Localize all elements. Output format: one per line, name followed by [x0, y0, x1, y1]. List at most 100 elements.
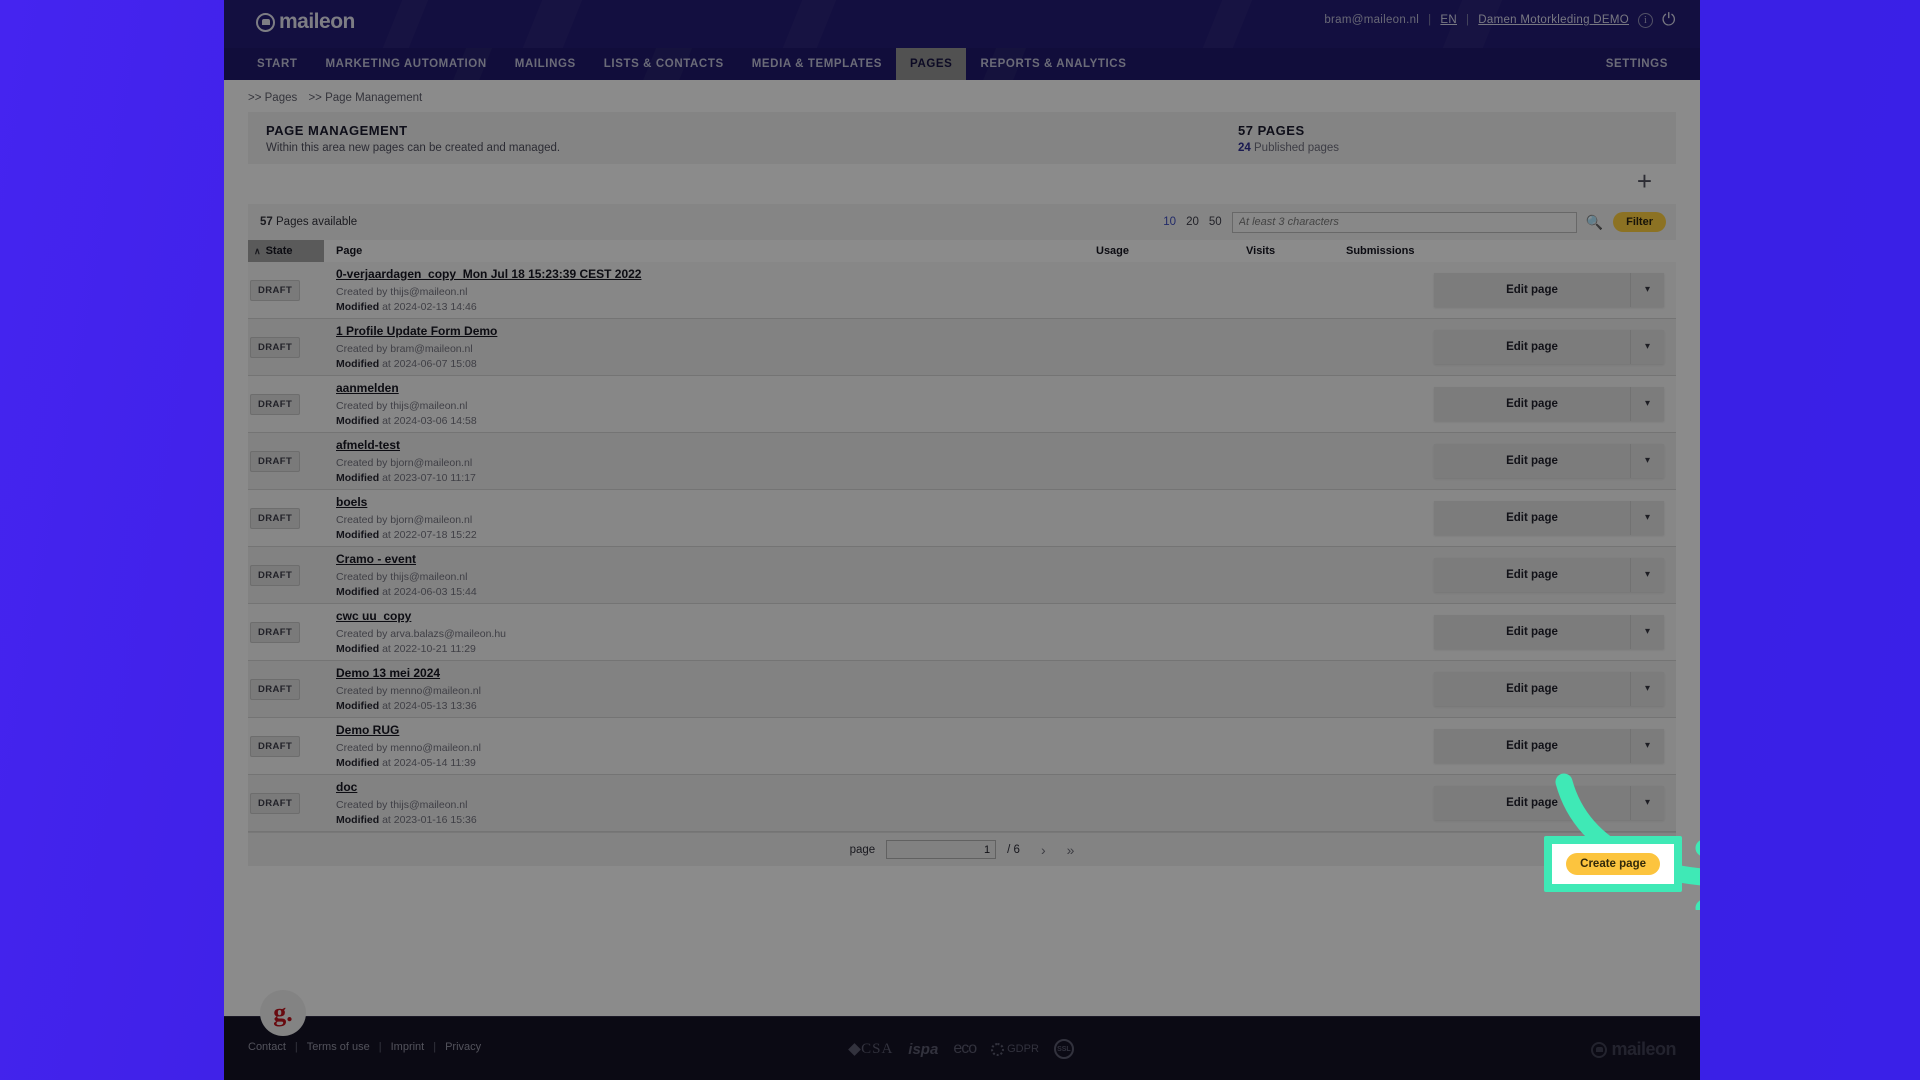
row-state-cell: DRAFT [248, 678, 324, 700]
page-name-link[interactable]: doc [336, 780, 357, 794]
row-meta: Created by thijs@maileon.nl Modified at 2… [336, 399, 1346, 429]
page-name-link[interactable]: cwc uu_copy [336, 609, 411, 623]
column-header-visits[interactable]: Visits [1246, 245, 1346, 257]
top-header: maileon bram@maileon.nl | EN | Damen Mot… [224, 0, 1700, 48]
row-page-cell: Demo RUG Created by menno@maileon.nl Modif… [324, 721, 1346, 771]
nav-item-lists-contacts[interactable]: LISTS & CONTACTS [590, 48, 738, 80]
edit-page-button[interactable]: Edit page ▾ [1434, 729, 1664, 763]
plus-icon[interactable]: + [1637, 168, 1652, 194]
chevron-down-icon[interactable]: ▾ [1630, 786, 1664, 820]
power-icon[interactable]: ⏻ [1662, 11, 1678, 28]
create-page-button[interactable]: Create page [1566, 853, 1660, 875]
nav-item-pages[interactable]: PAGES [896, 48, 967, 80]
search-input[interactable] [1231, 211, 1577, 233]
page-name-link[interactable]: Cramo - event [336, 552, 416, 566]
create-page-highlight: Create page [1544, 836, 1682, 892]
column-header-page[interactable]: Page [324, 245, 1096, 257]
page-name-link[interactable]: boels [336, 495, 367, 509]
edit-page-button[interactable]: Edit page ▾ [1434, 672, 1664, 706]
row-created: Created by bram@maileon.nl [336, 342, 473, 355]
edit-page-button[interactable]: Edit page ▾ [1434, 330, 1664, 364]
edit-page-button[interactable]: Edit page ▾ [1434, 273, 1664, 307]
page-name-link[interactable]: 0-verjaardagen_copy_Mon Jul 18 15:23:39 … [336, 267, 641, 281]
column-header-state[interactable]: ∧ State [248, 240, 324, 262]
edit-page-button[interactable]: Edit page ▾ [1434, 501, 1664, 535]
chevron-down-icon[interactable]: ▾ [1630, 672, 1664, 706]
chevron-down-icon[interactable]: ▾ [1630, 330, 1664, 364]
status-badge: DRAFT [250, 507, 301, 529]
page-size-50[interactable]: 50 [1209, 216, 1222, 228]
eco-badge-icon: eco [953, 1040, 977, 1057]
filter-button[interactable]: Filter [1613, 212, 1666, 232]
table-row: DRAFT Cramo - event Created by thijs@maile… [248, 547, 1676, 604]
edit-page-label: Edit page [1506, 797, 1558, 809]
row-meta: Created by menno@maileon.nl Modified at 2… [336, 741, 1346, 771]
logo-text: maileon [279, 10, 355, 33]
pagination-label: page [849, 843, 876, 856]
last-page-icon[interactable]: » [1067, 842, 1075, 858]
chevron-down-icon[interactable]: ▾ [1630, 558, 1664, 592]
page-name-link[interactable]: 1 Profile Update Form Demo [336, 324, 497, 338]
language-link[interactable]: EN [1440, 14, 1457, 26]
page-size-20[interactable]: 20 [1186, 216, 1199, 228]
edit-page-button[interactable]: Edit page ▾ [1434, 444, 1664, 478]
page-name-link[interactable]: Demo 13 mei 2024 [336, 666, 440, 680]
info-icon[interactable]: i [1638, 12, 1653, 28]
chevron-down-icon[interactable]: ▾ [1630, 729, 1664, 763]
edit-page-label: Edit page [1506, 455, 1558, 467]
account-link[interactable]: Damen Motorkleding DEMO [1478, 14, 1629, 26]
row-modified: Modified at 2022-07-18 15:22 [336, 529, 477, 541]
edit-page-button[interactable]: Edit page ▾ [1434, 558, 1664, 592]
status-badge: DRAFT [250, 393, 301, 415]
nav-item-marketing-automation[interactable]: MARKETING AUTOMATION [311, 48, 500, 80]
edit-page-button[interactable]: Edit page ▾ [1434, 786, 1664, 820]
edit-page-label: Edit page [1506, 512, 1558, 524]
page-subtitle: Within this area new pages can be create… [266, 141, 561, 154]
row-state-cell: DRAFT [248, 564, 324, 586]
edit-page-button[interactable]: Edit page ▾ [1434, 615, 1664, 649]
column-header-usage[interactable]: Usage [1096, 245, 1246, 257]
page-header-panel: PAGE MANAGEMENT Within this area new pag… [248, 112, 1676, 164]
nav-item-settings[interactable]: SETTINGS [1592, 48, 1682, 80]
row-page-cell: afmeld-test Created by bjorn@maileon.nl Mo… [324, 436, 1346, 486]
sort-caret-icon: ∧ [254, 245, 261, 256]
search-icon[interactable]: 🔍 [1586, 214, 1603, 231]
row-state-cell: DRAFT [248, 507, 324, 529]
list-toolbar: 57 Pages available 10 20 50 🔍 Filter [248, 204, 1676, 240]
page-size-10[interactable]: 10 [1163, 216, 1176, 228]
chevron-down-icon[interactable]: ▾ [1630, 387, 1664, 421]
maileon-logo[interactable]: maileon [256, 10, 355, 34]
breadcrumb-page-management[interactable]: >> Page Management [308, 92, 422, 104]
row-state-cell: DRAFT [248, 279, 324, 301]
published-pages-label: Published pages [1254, 141, 1340, 154]
breadcrumb-pages[interactable]: >> Pages [248, 92, 297, 104]
row-modified: Modified at 2024-05-14 11:39 [336, 757, 476, 769]
nav-item-reports-analytics[interactable]: REPORTS & ANALYTICS [966, 48, 1140, 80]
page-name-link[interactable]: Demo RUG [336, 723, 399, 737]
page-name-link[interactable]: aanmelden [336, 381, 399, 395]
row-created: Created by arva.balazs@maileon.hu [336, 627, 506, 640]
nav-item-media-templates[interactable]: MEDIA & TEMPLATES [738, 48, 896, 80]
chat-badge[interactable]: g. [260, 990, 306, 1036]
status-badge: DRAFT [250, 450, 301, 472]
chevron-down-icon[interactable]: ▾ [1630, 444, 1664, 478]
next-page-icon[interactable]: › [1041, 842, 1046, 858]
chevron-down-icon[interactable]: ▾ [1630, 273, 1664, 307]
row-state-cell: DRAFT [248, 735, 324, 757]
nav-item-start[interactable]: START [243, 48, 311, 80]
chevron-down-icon[interactable]: ▾ [1630, 615, 1664, 649]
chevron-down-icon[interactable]: ▾ [1630, 501, 1664, 535]
csa-badge-icon: CSA [848, 1041, 893, 1058]
row-state-cell: DRAFT [248, 792, 324, 814]
published-pages-number: 24 [1238, 141, 1251, 154]
page-number-input[interactable] [886, 840, 997, 859]
row-modified: Modified at 2024-05-13 13:36 [336, 700, 477, 712]
row-action-cell: Edit page ▾ [1346, 786, 1676, 820]
row-created: Created by thijs@maileon.nl [336, 285, 468, 298]
page-name-link[interactable]: afmeld-test [336, 438, 400, 452]
nav-item-mailings[interactable]: MAILINGS [501, 48, 590, 80]
column-header-submissions[interactable]: Submissions [1346, 245, 1676, 257]
row-action-cell: Edit page ▾ [1346, 273, 1676, 307]
edit-page-button[interactable]: Edit page ▾ [1434, 387, 1664, 421]
